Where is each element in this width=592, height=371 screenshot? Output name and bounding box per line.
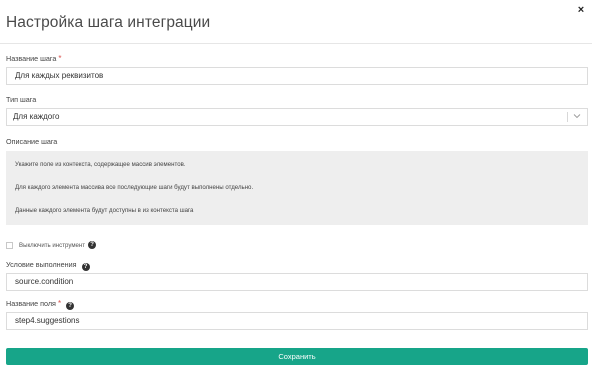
description-box: Укажите поле из контекста, содержащее ма… xyxy=(6,151,588,225)
step-name-input[interactable]: Для каждых реквизитов xyxy=(6,67,588,85)
step-type-selected: Для каждого xyxy=(13,112,60,121)
condition-label-text: Условие выполнения xyxy=(6,260,77,269)
header-divider xyxy=(0,43,592,44)
help-icon[interactable]: ? xyxy=(81,263,90,271)
field-name-input[interactable]: step4.suggestions xyxy=(6,312,588,330)
disable-tool-row: Выключить инструмент ? xyxy=(6,240,97,250)
modal-title: Настройка шага интеграции xyxy=(6,14,211,31)
disable-tool-checkbox[interactable] xyxy=(6,241,13,249)
description-line: Данные каждого элемента будут доступны в… xyxy=(15,207,194,214)
description-line: Для каждого элемента массива все последу… xyxy=(15,184,254,191)
step-name-label-text: Название шага xyxy=(6,54,57,63)
required-mark: * xyxy=(57,299,62,308)
close-icon[interactable]: × xyxy=(574,3,588,17)
condition-input[interactable]: source.condition xyxy=(6,273,588,291)
save-button[interactable]: Сохранить xyxy=(6,348,588,365)
step-name-label: Название шага * xyxy=(6,54,61,64)
step-type-select[interactable]: Для каждого xyxy=(6,108,588,126)
field-name-label-text: Название поля xyxy=(6,299,56,308)
field-name-label: Название поля * ? xyxy=(6,299,75,310)
help-icon[interactable]: ? xyxy=(66,302,75,310)
disable-tool-label: Выключить инструмент xyxy=(19,241,86,249)
description-label: Описание шага xyxy=(6,137,58,146)
description-line: Укажите поле из контекста, содержащее ма… xyxy=(15,161,186,168)
select-separator xyxy=(567,112,568,122)
help-icon[interactable]: ? xyxy=(88,241,97,249)
chevron-down-icon[interactable] xyxy=(573,112,581,120)
step-type-label: Тип шага xyxy=(6,95,37,104)
condition-label: Условие выполнения ? xyxy=(6,260,90,271)
required-mark: * xyxy=(58,54,62,63)
